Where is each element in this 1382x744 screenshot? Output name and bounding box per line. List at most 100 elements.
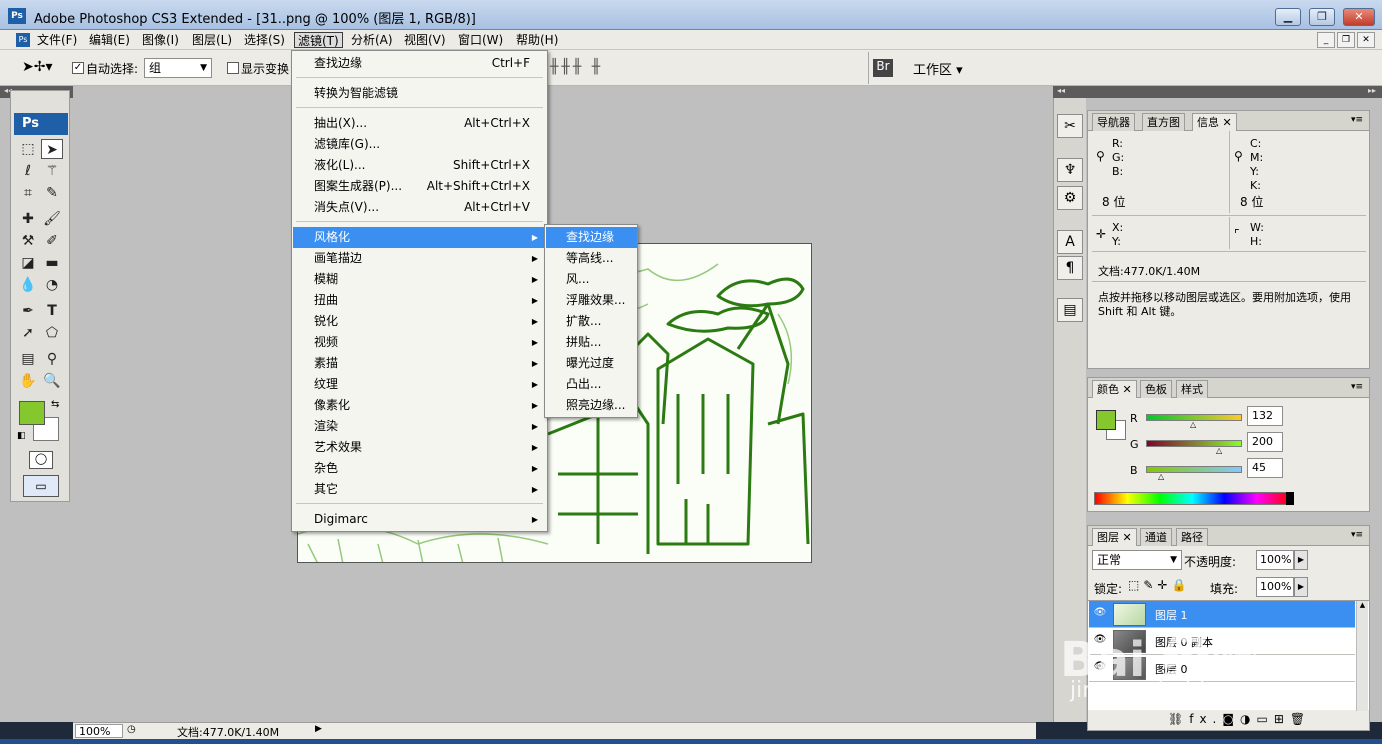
workspace-menu[interactable]: 工作区 ▾: [913, 59, 963, 78]
tab-info[interactable]: 信息 ✕: [1192, 113, 1237, 131]
menu-filter[interactable]: 滤镜(T): [294, 32, 343, 48]
close-window-button[interactable]: ✕: [1343, 8, 1375, 26]
tab-navigator[interactable]: 导航器: [1092, 113, 1135, 131]
stylize-submenu-item[interactable]: 凸出...: [546, 374, 637, 395]
magic-wand-icon[interactable]: ⚚: [41, 161, 63, 181]
fill-stepper[interactable]: ▶: [1294, 577, 1308, 597]
panel-menu-icon[interactable]: ▾≡: [1351, 115, 1363, 125]
blend-mode-dropdown[interactable]: 正常 ▼: [1092, 550, 1182, 570]
doc-close-button[interactable]: ✕: [1357, 32, 1375, 48]
filter-menu-item[interactable]: 杂色 ▶: [293, 458, 546, 479]
channel-g-slider[interactable]: [1146, 440, 1242, 447]
color-panel-fg-swatch[interactable]: [1096, 410, 1116, 430]
history-brush-icon[interactable]: ✐: [41, 231, 63, 251]
channel-g-thumb[interactable]: △: [1216, 446, 1222, 455]
distribute-icons[interactable]: ╫╫╫ ╫: [550, 59, 603, 75]
stylize-submenu-item[interactable]: 查找边缘: [546, 227, 637, 248]
strip-collapse-bar[interactable]: ◂◂: [1053, 86, 1086, 98]
layers-footer-icons[interactable]: ⛓fx.◙◑▭⊞🗑: [1168, 712, 1311, 726]
filter-menu-item[interactable]: 扭曲 ▶: [293, 290, 546, 311]
shape-tool-icon[interactable]: ⬠: [41, 323, 63, 343]
quick-mask-icon[interactable]: ◯: [29, 451, 53, 469]
tab-histogram[interactable]: 直方图: [1142, 113, 1185, 131]
opacity-input[interactable]: 100%: [1256, 550, 1294, 570]
stylize-submenu-item[interactable]: 拼贴...: [546, 332, 637, 353]
filter-menu-item[interactable]: 图案生成器(P)... Alt+Shift+Ctrl+X: [293, 176, 546, 197]
swap-colors-icon[interactable]: ⇆: [51, 399, 59, 410]
gradient-tool-icon[interactable]: ▬: [41, 253, 63, 273]
zoom-tool-icon[interactable]: 🔍: [41, 371, 63, 391]
slice-tool-icon[interactable]: ✎: [41, 183, 63, 203]
status-icon[interactable]: ◷: [127, 724, 136, 735]
zoom-level-field[interactable]: 100%: [75, 724, 123, 738]
channel-g-value[interactable]: 200: [1247, 432, 1283, 452]
brushes-icon[interactable]: ♆: [1057, 158, 1083, 182]
spectrum-black-swatch[interactable]: [1286, 492, 1294, 505]
filter-menu-item[interactable]: 液化(L)... Shift+Ctrl+X: [293, 155, 546, 176]
stylize-submenu-item[interactable]: 浮雕效果...: [546, 290, 637, 311]
brush-tool-icon[interactable]: 🖌: [41, 209, 63, 229]
lasso-tool-icon[interactable]: ℓ: [17, 161, 39, 181]
filter-menu-item[interactable]: 转换为智能滤镜: [293, 83, 546, 104]
channel-r-value[interactable]: 132: [1247, 406, 1283, 426]
menu-image[interactable]: 图像(I): [139, 32, 182, 48]
channel-b-thumb[interactable]: △: [1158, 472, 1164, 481]
menu-analysis[interactable]: 分析(A): [348, 32, 396, 48]
menu-select[interactable]: 选择(S): [241, 32, 288, 48]
auto-select-checkbox[interactable]: ✓: [72, 62, 84, 74]
color-spectrum-bar[interactable]: [1094, 492, 1290, 505]
menu-window[interactable]: 窗口(W): [455, 32, 506, 48]
menu-file[interactable]: 文件(F): [34, 32, 80, 48]
tab-styles[interactable]: 样式: [1176, 380, 1208, 398]
stylize-submenu-item[interactable]: 扩散...: [546, 311, 637, 332]
screen-mode-icon[interactable]: ▭: [23, 475, 59, 497]
status-arrow-icon[interactable]: ▶: [315, 724, 322, 734]
menu-edit[interactable]: 编辑(E): [86, 32, 133, 48]
filter-menu-item[interactable]: 风格化 ▶: [293, 227, 546, 248]
fx-button[interactable]: fx.: [1189, 712, 1222, 726]
move-tool-icon[interactable]: ➤✢▾: [22, 59, 58, 77]
crop-tool-icon[interactable]: ⌗: [17, 183, 39, 203]
filter-menu-item[interactable]: 消失点(V)... Alt+Ctrl+V: [293, 197, 546, 218]
doc-minimize-button[interactable]: _: [1317, 32, 1335, 48]
filter-menu-item[interactable]: Digimarc ▶: [293, 509, 546, 530]
color-panel-menu-icon[interactable]: ▾≡: [1351, 382, 1363, 392]
menu-help[interactable]: 帮助(H): [513, 32, 561, 48]
tab-swatches[interactable]: 色板: [1140, 380, 1172, 398]
foreground-color-swatch[interactable]: [19, 401, 45, 425]
layers-panel-menu-icon[interactable]: ▾≡: [1351, 530, 1363, 540]
type-tool-icon[interactable]: T: [41, 301, 63, 321]
blur-tool-icon[interactable]: 💧: [17, 275, 39, 295]
filter-menu-item[interactable]: 锐化 ▶: [293, 311, 546, 332]
healing-brush-icon[interactable]: ✚: [17, 209, 39, 229]
tab-layers[interactable]: 图层 ✕: [1092, 528, 1137, 546]
character-icon[interactable]: A: [1057, 230, 1083, 254]
dodge-tool-icon[interactable]: ◔: [41, 275, 63, 295]
maximize-button[interactable]: ❐: [1309, 8, 1335, 26]
show-transform-checkbox[interactable]: [227, 62, 239, 74]
visibility-eye-icon[interactable]: 👁: [1093, 607, 1107, 621]
channel-b-value[interactable]: 45: [1247, 458, 1283, 478]
tab-paths[interactable]: 路径: [1176, 528, 1208, 546]
bridge-icon[interactable]: Br: [873, 59, 893, 77]
filter-menu-item[interactable]: 像素化 ▶: [293, 395, 546, 416]
menu-view[interactable]: 视图(V): [401, 32, 449, 48]
stylize-submenu-item[interactable]: 风...: [546, 269, 637, 290]
tab-color[interactable]: 颜色 ✕: [1092, 380, 1137, 398]
clone-stamp-icon[interactable]: ⚒: [17, 231, 39, 251]
filter-menu-item[interactable]: 画笔描边 ▶: [293, 248, 546, 269]
filter-menu-item[interactable]: 模糊 ▶: [293, 269, 546, 290]
filter-menu-item[interactable]: 视频 ▶: [293, 332, 546, 353]
filter-menu-item[interactable]: 纹理 ▶: [293, 374, 546, 395]
default-colors-icon[interactable]: ◧: [17, 431, 26, 441]
minimize-button[interactable]: ▁: [1275, 8, 1301, 26]
layer-comps-icon[interactable]: ▤: [1057, 298, 1083, 322]
lock-icons[interactable]: ⬚✎✛🔒: [1128, 578, 1190, 592]
doc-restore-button[interactable]: ❐: [1337, 32, 1355, 48]
filter-menu-item[interactable]: 素描 ▶: [293, 353, 546, 374]
fill-input[interactable]: 100%: [1256, 577, 1294, 597]
hand-tool-icon[interactable]: ✋: [17, 371, 39, 391]
eraser-tool-icon[interactable]: ◪: [17, 253, 39, 273]
filter-menu-item[interactable]: 渲染 ▶: [293, 416, 546, 437]
path-select-icon[interactable]: ➚: [17, 323, 39, 343]
